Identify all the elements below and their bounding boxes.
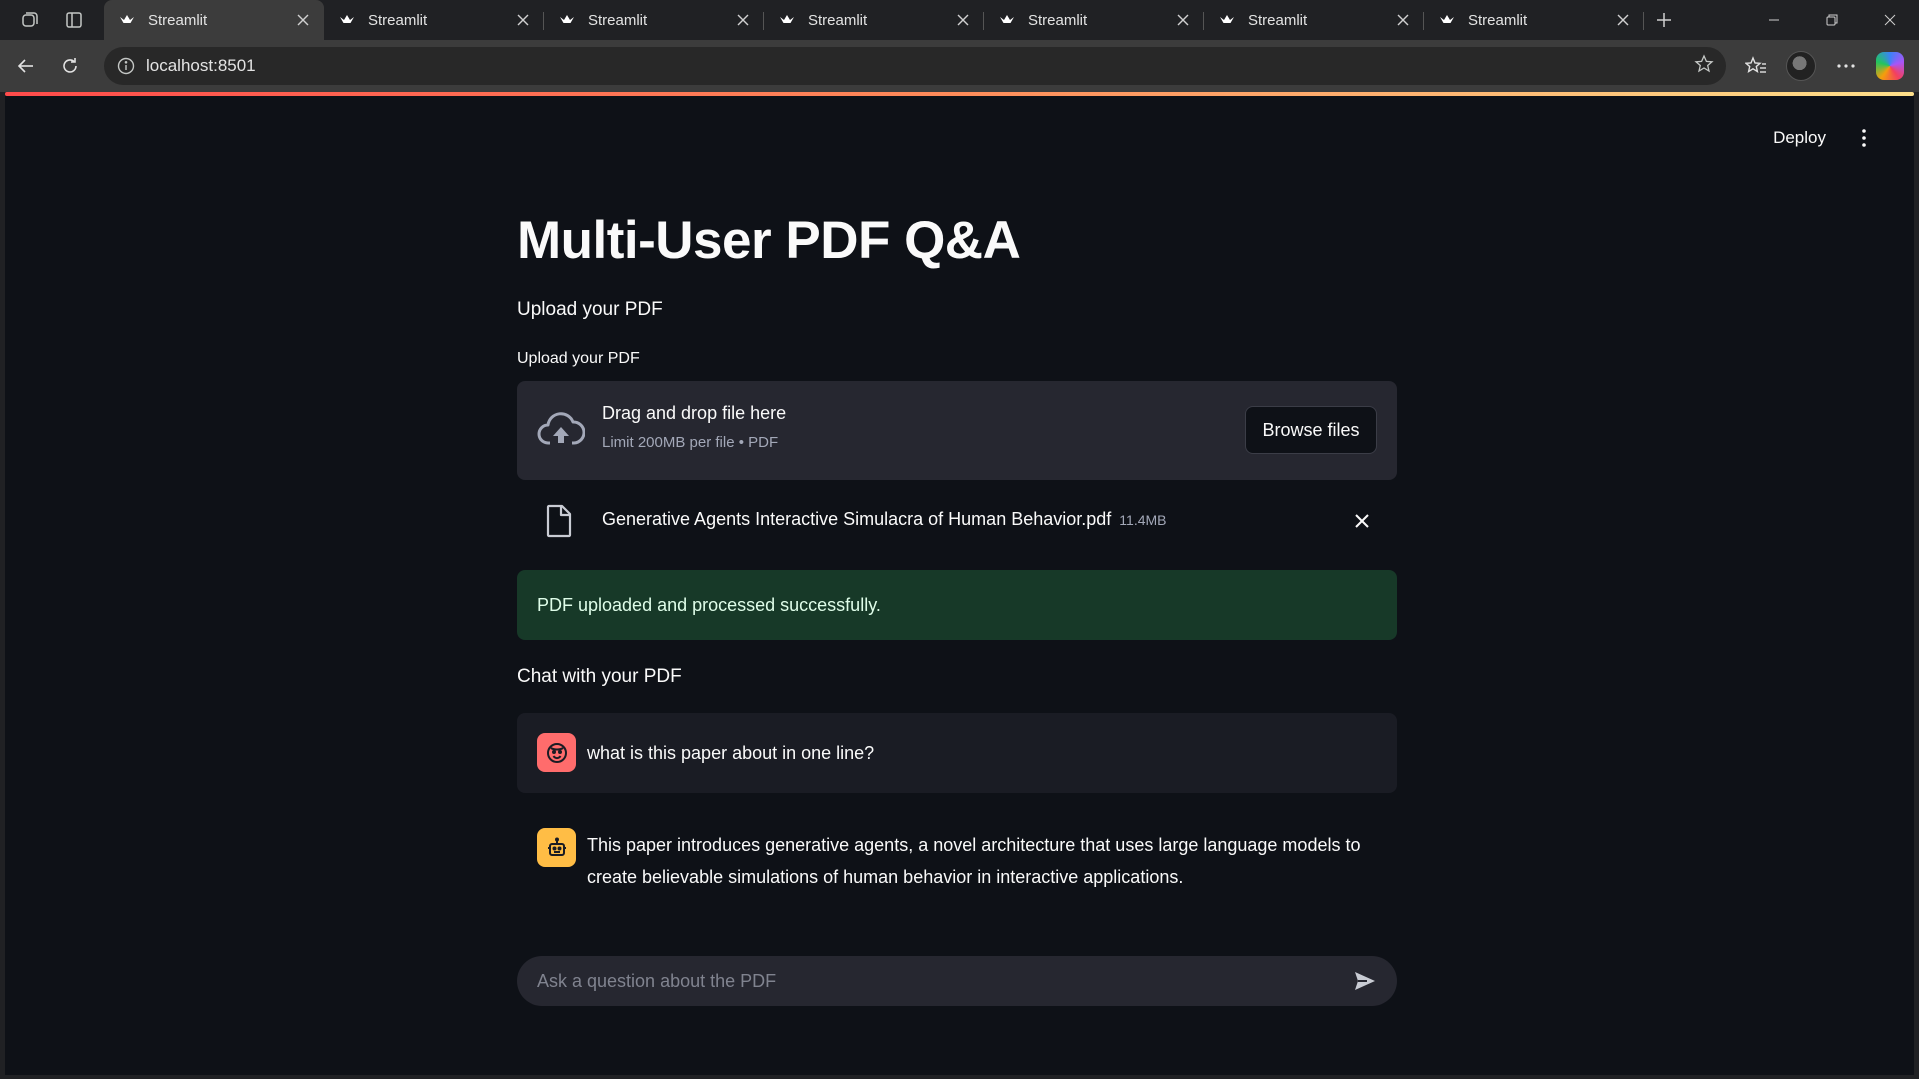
browser-tab-6[interactable]: Streamlit [1204,0,1424,40]
browser-tab-5[interactable]: Streamlit [984,0,1204,40]
browser-tab-1[interactable]: Streamlit [104,0,324,40]
success-alert: PDF uploaded and processed successfully. [517,570,1397,640]
cloud-upload-icon [537,411,586,449]
file-icon [545,504,573,538]
streamlit-favicon-icon [1438,11,1456,29]
chat-message-assistant: This paper introduces generative agents,… [517,812,1397,912]
new-tab-plus-icon[interactable] [1644,0,1684,40]
upload-subheader: Upload your PDF [517,299,663,320]
tab-title: Streamlit [588,11,648,29]
chat-input-box[interactable] [517,956,1397,1006]
uploaded-file-size: 11.4MB [1119,512,1167,528]
back-arrow-icon[interactable] [8,48,44,84]
reload-icon[interactable] [52,48,88,84]
tab-title: Streamlit [148,11,208,29]
tab-title: Streamlit [1248,11,1308,29]
favorite-star-icon[interactable] [1694,53,1714,79]
close-window-icon[interactable] [1861,0,1919,40]
tab-title: Streamlit [1468,11,1528,29]
app-header: Deploy [1773,126,1874,150]
minimize-icon[interactable] [1745,0,1803,40]
main-menu-icon[interactable] [1854,126,1874,150]
user-face-icon [537,733,576,772]
streamlit-favicon-icon [118,11,136,29]
copilot-icon[interactable] [1876,52,1904,80]
streamlit-favicon-icon [998,11,1016,29]
browse-files-button[interactable]: Browse files [1245,406,1377,454]
dropzone-limit-text: Limit 200MB per file • PDF [602,434,779,451]
tab-close-icon[interactable] [1394,11,1412,29]
browser-tab-7[interactable]: Streamlit [1424,0,1644,40]
streamlit-favicon-icon [1218,11,1236,29]
page-title: Multi-User PDF Q&A [517,211,1021,270]
file-uploader-label: Upload your PDF [517,350,640,367]
browser-tab-2[interactable]: Streamlit [324,0,544,40]
site-info-icon[interactable] [116,56,136,76]
streamlit-favicon-icon [778,11,796,29]
toolbar-right [1740,50,1904,82]
vertical-tabs-icon[interactable] [62,8,86,32]
remove-file-close-icon[interactable] [1351,510,1373,532]
send-icon[interactable] [1351,967,1379,995]
tab-close-icon[interactable] [734,11,752,29]
tab-title: Streamlit [368,11,428,29]
tabstrip-left-controls [0,0,104,40]
chat-message-text: what is this paper about in one line? [587,743,875,763]
tab-close-icon[interactable] [1614,11,1632,29]
url-text[interactable]: localhost:8501 [146,56,1694,76]
tab-close-icon[interactable] [294,11,312,29]
window-controls [1745,0,1919,40]
file-dropzone[interactable]: Drag and drop file here Limit 200MB per … [517,381,1397,480]
chat-message-text: This paper introduces generative agents,… [587,835,1361,887]
tab-close-icon[interactable] [1174,11,1192,29]
streamlit-favicon-icon [338,11,356,29]
chat-subheader: Chat with your PDF [517,666,682,687]
deploy-button[interactable]: Deploy [1773,128,1826,148]
uploaded-file-name: Generative Agents Interactive Simulacra … [602,509,1112,529]
chat-input-field[interactable] [537,970,1351,992]
robot-icon [537,828,576,867]
browser-tab-3[interactable]: Streamlit [544,0,764,40]
uploaded-file-info: Generative Agents Interactive Simulacra … [602,509,1167,530]
chat-message-user: what is this paper about in one line? [517,713,1397,793]
dropzone-instructions: Drag and drop file here [602,403,787,423]
profile-avatar[interactable] [1786,51,1816,81]
tab-close-icon[interactable] [514,11,532,29]
browser-toolbar: localhost:8501 [0,40,1919,92]
address-bar[interactable]: localhost:8501 [104,47,1726,85]
streamlit-app: Deploy Multi-User PDF Q&A Upload your PD… [5,96,1914,1075]
uploaded-file-row: Generative Agents Interactive Simulacra … [517,496,1397,556]
restore-icon[interactable] [1803,0,1861,40]
tab-close-icon[interactable] [954,11,972,29]
streamlit-favicon-icon [558,11,576,29]
browser-tab-4[interactable]: Streamlit [764,0,984,40]
more-options-icon[interactable] [1830,50,1862,82]
tab-title: Streamlit [1028,11,1088,29]
browser-tab-strip: Streamlit Streamlit Streamlit Streamlit … [0,0,1919,40]
favorites-icon[interactable] [1740,50,1772,82]
workspaces-icon[interactable] [18,8,42,32]
tab-title: Streamlit [808,11,868,29]
